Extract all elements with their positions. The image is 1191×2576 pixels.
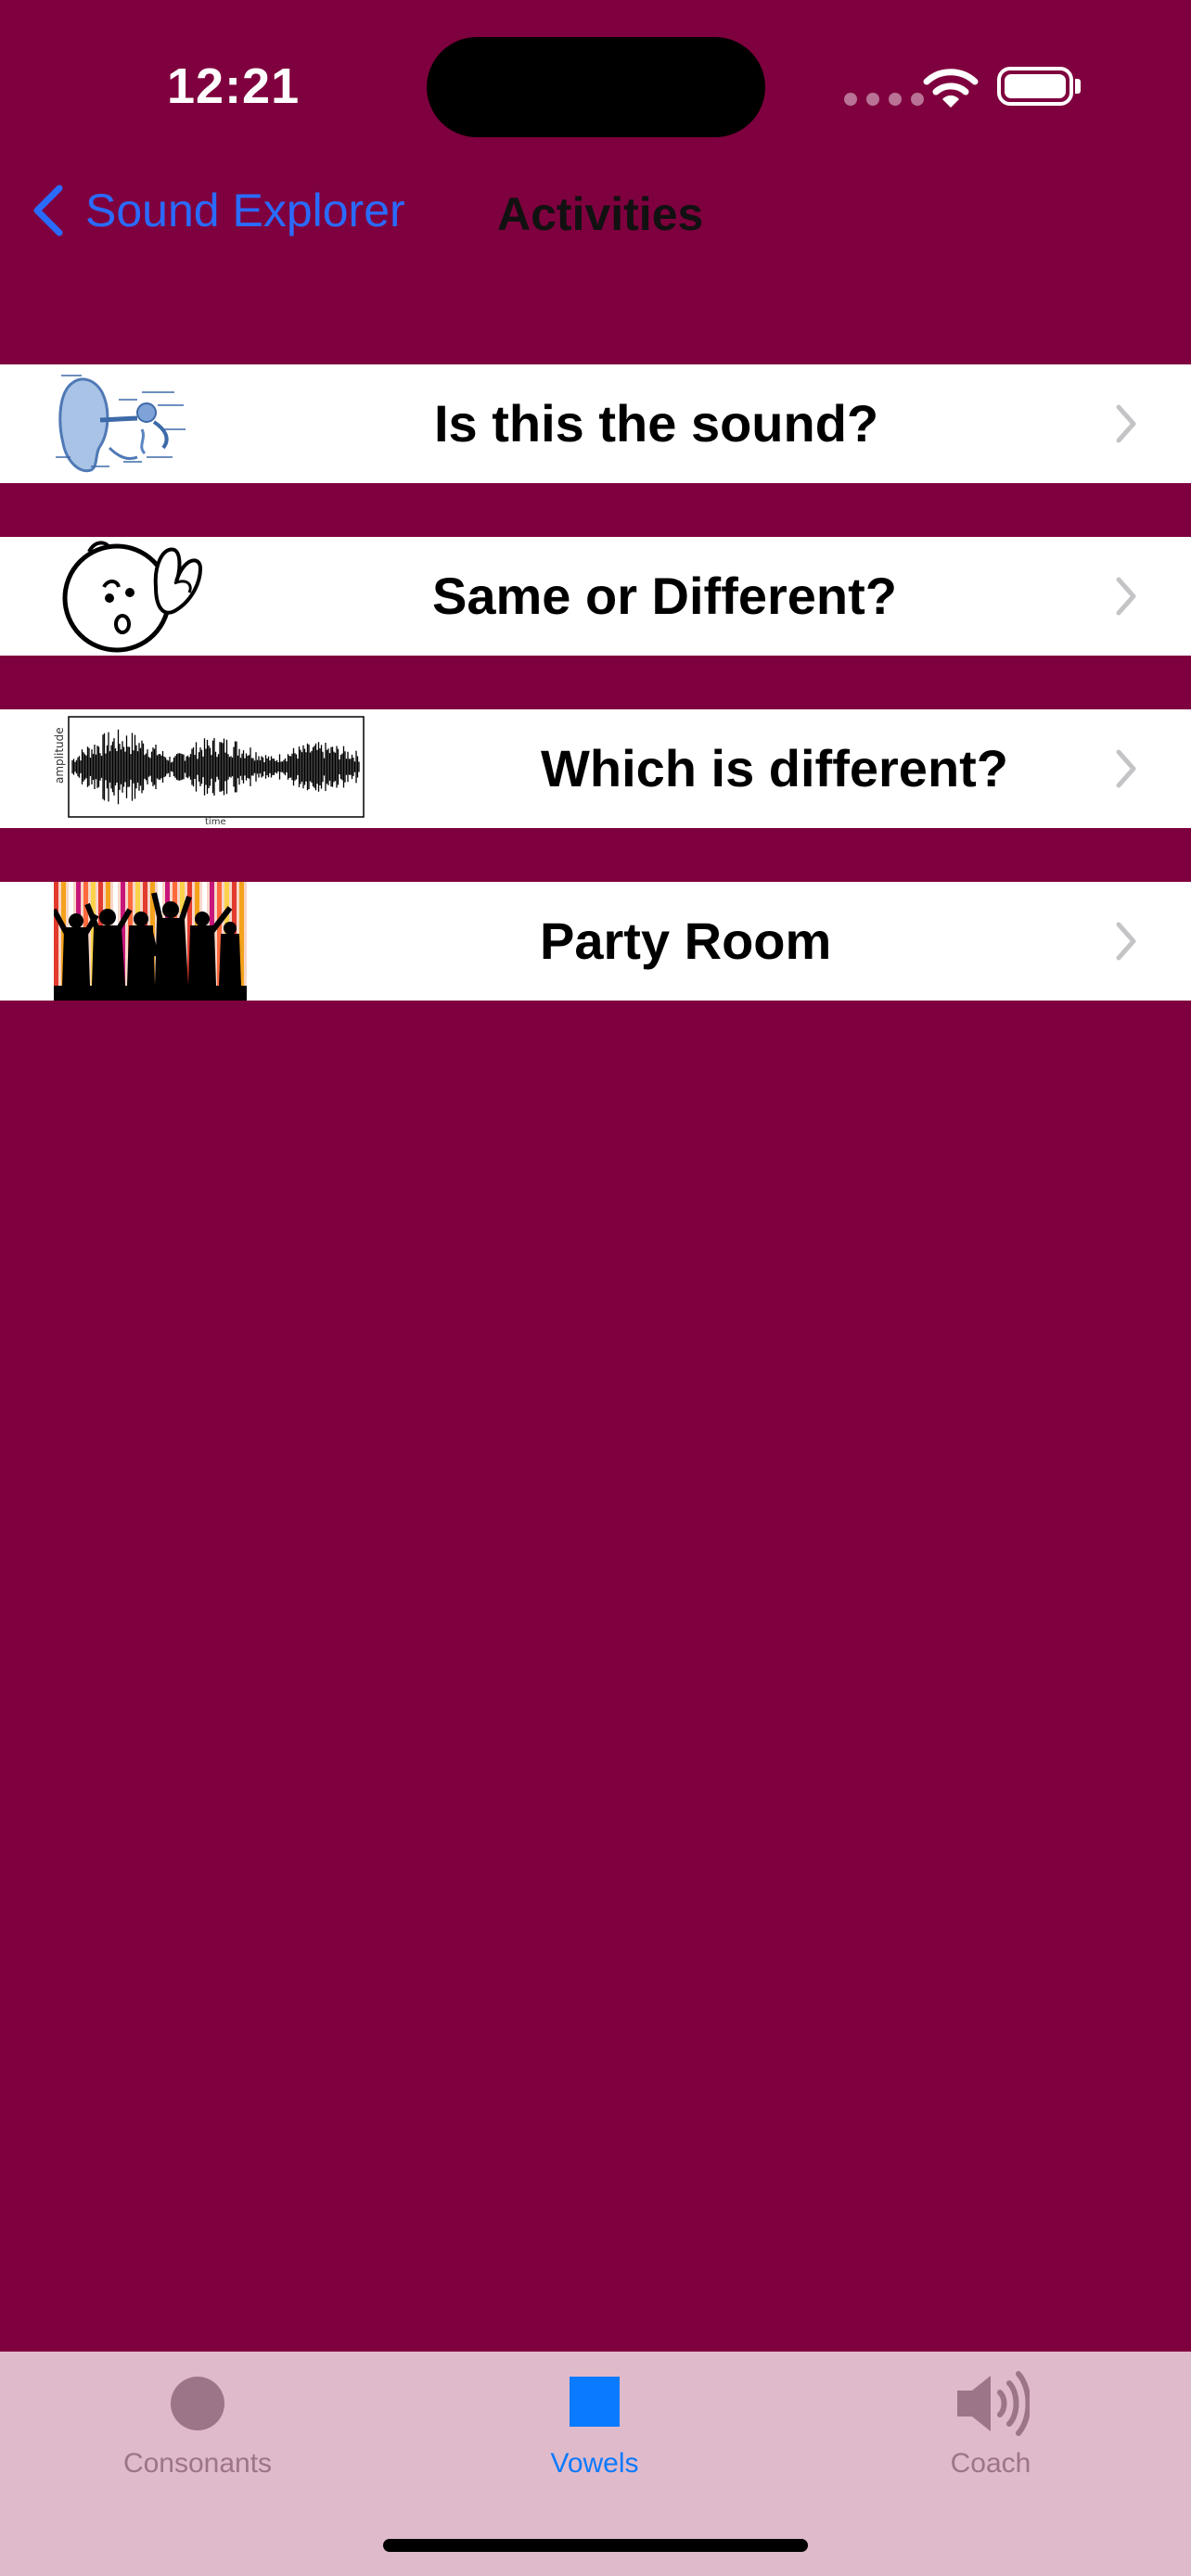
- wifi-icon: [923, 69, 979, 108]
- home-indicator: [383, 2539, 808, 2552]
- svg-text:amplitude: amplitude: [53, 727, 66, 784]
- activity-row-party-room[interactable]: Party Room: [0, 882, 1191, 1001]
- tab-coach[interactable]: Coach: [852, 2352, 1130, 2519]
- back-button[interactable]: Sound Explorer: [32, 184, 405, 237]
- activity-row-which-is-different[interactable]: amplitude time Which is different?: [0, 709, 1191, 828]
- chevron-right-icon: [1116, 577, 1136, 616]
- status-bar: 12:21: [0, 0, 1191, 167]
- square-icon: [570, 2377, 620, 2427]
- tab-label: Coach: [950, 2448, 1031, 2479]
- waveform-plot-icon: amplitude time: [52, 709, 367, 828]
- activity-label: Which is different?: [541, 739, 1008, 797]
- page-title: Activities: [497, 188, 704, 240]
- speaker-icon: [957, 2371, 1030, 2436]
- navigation-bar: Sound Explorer Activities: [0, 167, 1191, 260]
- chevron-right-icon: [1116, 749, 1136, 788]
- chevron-right-icon: [1116, 922, 1136, 961]
- tab-vowels[interactable]: Vowels: [455, 2352, 734, 2519]
- tab-consonants[interactable]: Consonants: [58, 2352, 337, 2519]
- activity-label: Same or Different?: [432, 567, 897, 625]
- listening-face-cartoon-icon: [52, 537, 215, 656]
- chevron-right-icon: [1116, 404, 1136, 443]
- status-time: 12:21: [167, 58, 301, 114]
- activity-label: Party Room: [540, 912, 832, 970]
- dancing-crowd-silhouette-icon: [54, 882, 247, 1001]
- tab-label: Consonants: [122, 2448, 273, 2479]
- ear-anatomy-diagram-icon: [54, 364, 193, 483]
- svg-text:time: time: [205, 817, 226, 827]
- activity-row-same-or-different[interactable]: Same or Different?: [0, 537, 1191, 656]
- battery-cap: [1075, 79, 1081, 94]
- circle-icon: [171, 2377, 224, 2430]
- chevron-left-icon: [33, 185, 63, 236]
- party-stripe: [54, 882, 58, 986]
- battery-icon: [997, 67, 1073, 106]
- back-button-label: Sound Explorer: [85, 185, 405, 236]
- activity-label: Is this the sound?: [434, 394, 879, 453]
- dynamic-island: [427, 37, 765, 137]
- activity-row-is-this-the-sound[interactable]: Is this the sound?: [0, 364, 1191, 483]
- cellular-signal-icon: [844, 93, 924, 106]
- tab-label: Vowels: [550, 2448, 639, 2479]
